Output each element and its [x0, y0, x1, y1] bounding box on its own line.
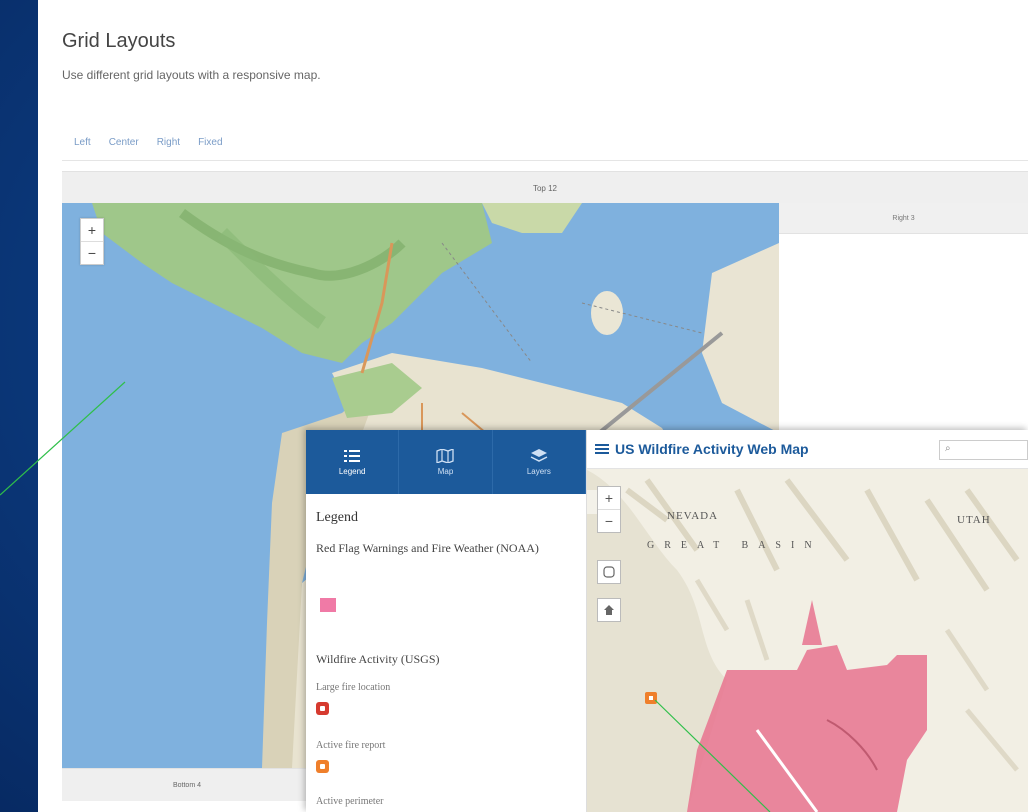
wildfire-app-overlay: Legend Map Layers Legend Red Flag Warnin… [306, 430, 1028, 812]
tab-right[interactable]: Right [157, 137, 180, 148]
red-flag-swatch [320, 598, 336, 612]
large-fire-icon [316, 702, 329, 715]
top-panel: Top 12 [62, 171, 1028, 205]
right-panel: Right 3 [779, 203, 1028, 234]
legend-item-active-perimeter: Active perimeter [316, 796, 384, 807]
zoom-in-button[interactable]: + [81, 219, 103, 241]
layers-icon [530, 448, 548, 462]
zoom-out-button[interactable]: − [81, 241, 103, 264]
tab-center[interactable]: Center [109, 137, 139, 148]
tabs-divider [62, 160, 1028, 161]
label-great-basin: GREAT BASIN [647, 540, 822, 551]
wildfire-map-graphic [587, 430, 1028, 812]
tab-left[interactable]: Left [74, 137, 91, 148]
wildfire-zoom-out-button[interactable]: − [598, 509, 620, 532]
legend-heading: Legend [316, 510, 358, 525]
home-button[interactable] [597, 598, 621, 622]
legend-item-active-fire: Active fire report [316, 740, 386, 751]
locate-icon [603, 566, 615, 578]
top-panel-label: Top 12 [532, 183, 558, 193]
tab-legend[interactable]: Legend [306, 430, 400, 494]
wildfire-map-header: US Wildfire Activity Web Map ⌕ [587, 430, 1028, 469]
tab-map[interactable]: Map [399, 430, 493, 494]
page-title: Grid Layouts [62, 30, 176, 52]
search-input[interactable]: ⌕ [939, 440, 1028, 460]
bay-map-zoom-control: + − [80, 218, 104, 265]
map-icon [436, 448, 455, 463]
wildfire-zoom-in-button[interactable]: + [598, 487, 620, 509]
home-icon [604, 605, 614, 615]
wildfire-zoom-control: + − [597, 486, 621, 533]
sidebar-tabs: Legend Map Layers [306, 430, 586, 494]
tab-fixed[interactable]: Fixed [198, 137, 222, 148]
tab-layers-label: Layers [526, 466, 551, 476]
menu-icon[interactable] [595, 444, 609, 454]
legend-layer-red-flag: Red Flag Warnings and Fire Weather (NOAA… [316, 541, 539, 555]
bottom-panel-label: Bottom 4 [172, 781, 201, 789]
wildfire-map-title: US Wildfire Activity Web Map [615, 441, 809, 457]
locate-button[interactable] [597, 560, 621, 584]
active-fire-icon [316, 760, 329, 773]
tab-map-label: Map [437, 466, 454, 476]
tab-legend-label: Legend [338, 466, 366, 476]
legend-item-large-fire: Large fire location [316, 682, 391, 693]
tab-layers[interactable]: Layers [493, 430, 586, 494]
wildfire-map[interactable]: US Wildfire Activity Web Map ⌕ NEVADA UT… [587, 430, 1028, 812]
label-utah: UTAH [957, 514, 991, 526]
legend-layer-wildfire: Wildfire Activity (USGS) [316, 652, 440, 666]
label-nevada: NEVADA [667, 510, 719, 522]
page-subtitle: Use different grid layouts with a respon… [62, 68, 321, 82]
sidebar-panel: Legend Map Layers Legend Red Flag Warnin… [306, 430, 587, 812]
layout-tabs: Left Center Right Fixed [74, 137, 223, 148]
right-panel-label: Right 3 [892, 214, 915, 222]
search-icon: ⌕ [945, 443, 951, 454]
legend-icon [344, 449, 361, 462]
bottom-panel: Bottom 4 [62, 768, 312, 801]
